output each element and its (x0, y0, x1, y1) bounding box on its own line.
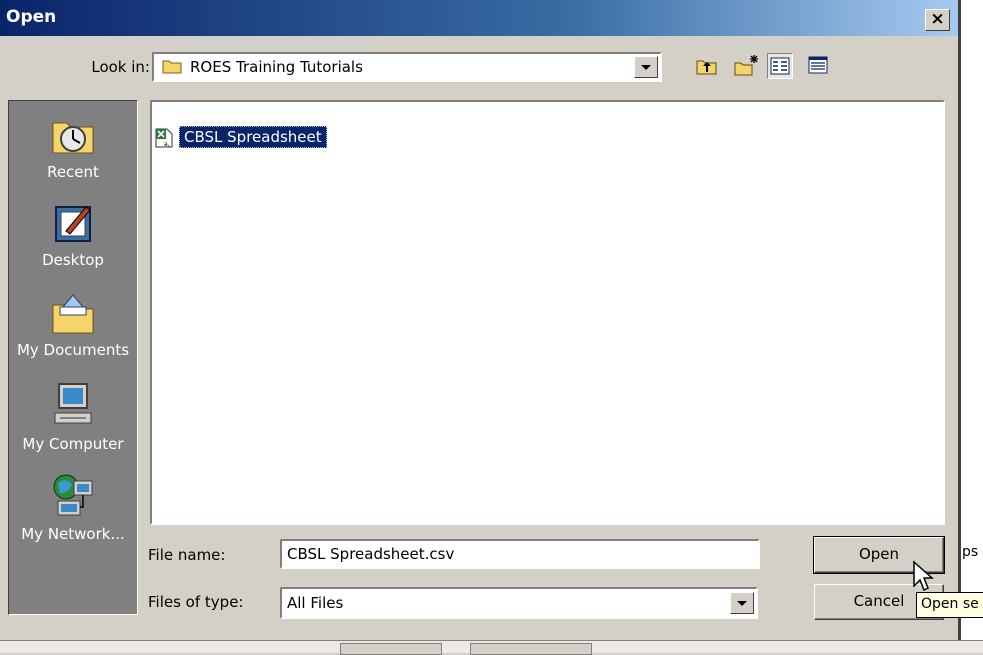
place-label: My Computer (22, 435, 124, 453)
background-control (470, 643, 592, 655)
my-network-icon (53, 474, 93, 516)
file-type-value: All Files (287, 594, 344, 612)
file-name-label: File name: (148, 546, 226, 564)
background-bottom-strip (0, 640, 983, 655)
mouse-cursor-icon (913, 560, 934, 592)
place-label: Recent (47, 163, 99, 181)
place-my-network[interactable]: My Network... (9, 471, 137, 543)
file-type-dropdown[interactable]: All Files (280, 587, 758, 619)
place-recent[interactable]: Recent (9, 113, 137, 181)
svg-text:a,: a, (164, 141, 170, 148)
close-button[interactable]: × (925, 9, 950, 31)
file-type-label: Files of type: (148, 593, 244, 611)
place-label: My Documents (16, 341, 130, 359)
create-new-folder-button[interactable] (733, 53, 759, 79)
close-icon: × (930, 9, 945, 29)
dialog-shadow (958, 0, 961, 652)
place-label: Desktop (42, 251, 104, 269)
tooltip: Open se (916, 592, 983, 618)
file-name-input[interactable]: CBSL Spreadsheet.csv (280, 539, 760, 569)
places-bar: Recent Desktop My Documents My Computer (8, 100, 138, 615)
look-in-value: ROES Training Tutorials (190, 58, 363, 76)
place-label: My Network... (21, 525, 125, 543)
background-control (340, 643, 442, 655)
look-in-label: Look in: (91, 58, 150, 76)
create-new-folder-icon (734, 55, 758, 76)
excel-csv-file-icon: a, (155, 128, 173, 148)
file-name-label: CBSL Spreadsheet (179, 126, 327, 148)
look-in-dropdown[interactable]: ROES Training Tutorials (152, 52, 662, 82)
dialog-title: Open (6, 7, 57, 27)
my-documents-icon (52, 294, 94, 334)
details-view-icon (808, 56, 828, 74)
place-desktop[interactable]: Desktop (9, 201, 137, 269)
background-edge-text: ps (962, 544, 979, 560)
look-in-dropdown-arrow[interactable] (634, 56, 658, 78)
details-view-button[interactable] (806, 53, 832, 79)
folder-icon (162, 60, 182, 74)
desktop-icon (55, 206, 91, 242)
file-type-dropdown-arrow[interactable] (730, 592, 754, 614)
list-view-button[interactable] (767, 53, 793, 79)
file-list[interactable]: a, CBSL Spreadsheet (150, 100, 945, 525)
recent-clock-icon (52, 122, 94, 154)
up-one-level-button[interactable] (694, 53, 720, 79)
title-bar[interactable]: Open × (0, 0, 958, 36)
my-computer-icon (54, 383, 92, 424)
up-one-level-icon (696, 60, 717, 75)
list-view-icon (770, 57, 790, 75)
place-my-computer[interactable]: My Computer (9, 381, 137, 453)
place-my-documents[interactable]: My Documents (9, 291, 137, 359)
